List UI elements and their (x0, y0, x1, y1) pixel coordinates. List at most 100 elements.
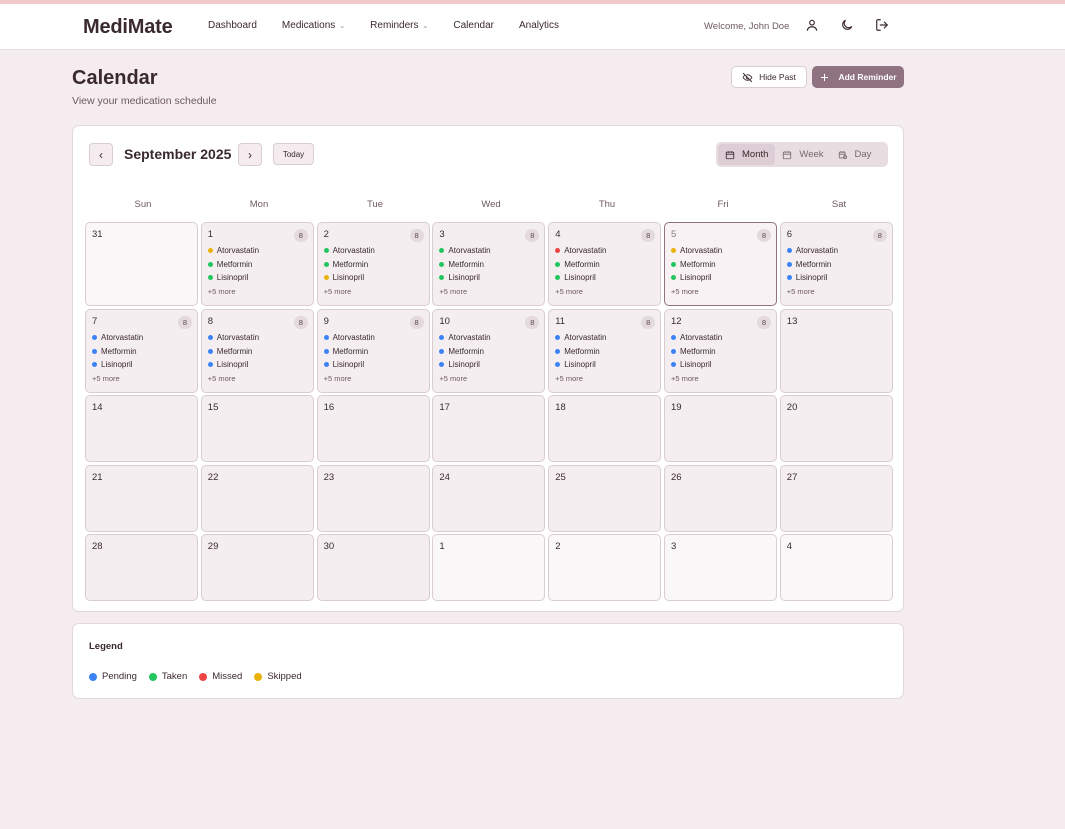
more-link[interactable]: +5 more (671, 287, 770, 296)
calendar-day[interactable]: 4 8 Atorvastatin Metformin Lisinopril +5 more (548, 222, 662, 306)
logout-icon[interactable] (875, 18, 889, 32)
medication-entry[interactable]: Metformin (323, 345, 423, 359)
medication-entry[interactable]: Lisinopril (323, 358, 423, 372)
medication-entry[interactable]: Metformin (439, 258, 538, 272)
calendar-day[interactable]: 2 (548, 534, 662, 601)
calendar-day-today[interactable]: 5 8 Atorvastatin Metformin Lisinopril +5 more (664, 222, 777, 306)
prev-month-button[interactable]: ‹ (89, 143, 113, 166)
medication-entry[interactable]: Lisinopril (555, 271, 654, 285)
medication-entry[interactable]: Lisinopril (671, 271, 770, 285)
more-link[interactable]: +5 more (208, 374, 307, 383)
medication-entry[interactable]: Metformin (92, 345, 191, 359)
calendar-day[interactable]: 15 (200, 395, 314, 462)
medication-entry[interactable]: Metformin (671, 258, 770, 272)
medication-entry[interactable]: Atorvastatin (323, 244, 423, 258)
more-link[interactable]: +5 more (439, 287, 538, 296)
calendar-day[interactable]: 10 8 Atorvastatin Metformin Lisinopril +5 mor… (432, 309, 546, 393)
calendar-day[interactable]: 20 (779, 395, 893, 462)
calendar-day[interactable]: 4 (779, 534, 893, 601)
calendar-day[interactable]: 21 (85, 465, 198, 532)
app-logo[interactable]: MediMate (83, 16, 173, 39)
more-link[interactable]: +5 more (671, 374, 770, 383)
calendar-day[interactable]: 13 (779, 309, 893, 393)
medication-entry[interactable]: Lisinopril (207, 358, 307, 372)
calendar-day[interactable]: 3 8 Atorvastatin Metformin Lisinopril +5 more (432, 222, 546, 306)
medication-entry[interactable]: Lisinopril (207, 271, 307, 285)
nav-item-reminders[interactable]: Reminders ⌄ (370, 20, 428, 31)
medication-entry[interactable]: Metformin (671, 345, 770, 359)
calendar-day[interactable]: 25 (548, 465, 662, 532)
medication-entry[interactable]: Lisinopril (786, 271, 886, 285)
calendar-day[interactable]: 28 (85, 534, 198, 601)
calendar-day[interactable]: 11 8 Atorvastatin Metformin Lisinopril +5 mor… (548, 309, 662, 393)
calendar-day[interactable]: 6 8 Atorvastatin Metformin Lisinopril +5 more (779, 222, 893, 306)
calendar-day[interactable]: 3 (664, 534, 777, 601)
calendar-day[interactable]: 17 (432, 395, 546, 462)
calendar-day[interactable]: 1 8 Atorvastatin Metformin Lisinopril +5 more (200, 222, 314, 306)
more-link[interactable]: +5 more (787, 287, 886, 296)
today-button[interactable]: Today (273, 143, 314, 165)
medication-entry[interactable]: Lisinopril (555, 358, 654, 372)
calendar-day[interactable]: 16 (316, 395, 430, 462)
calendar-day[interactable]: 1 (432, 534, 546, 601)
next-month-button[interactable]: › (238, 143, 262, 166)
more-link[interactable]: +5 more (439, 374, 538, 383)
calendar-day[interactable]: 26 (664, 465, 777, 532)
medication-entry[interactable]: Lisinopril (671, 358, 770, 372)
calendar-day[interactable]: 8 8 Atorvastatin Metformin Lisinopril +5 more (200, 309, 314, 393)
more-link[interactable]: +5 more (208, 287, 307, 296)
medication-entry[interactable]: Lisinopril (439, 271, 538, 285)
medication-entry[interactable]: Atorvastatin (439, 331, 538, 345)
calendar-day[interactable]: 7 8 Atorvastatin Metformin Lisinopril +5 more (85, 309, 198, 393)
medication-entry[interactable]: Metformin (439, 345, 538, 359)
calendar-day[interactable]: 22 (200, 465, 314, 532)
medication-entry[interactable]: Atorvastatin (786, 244, 886, 258)
medication-entry[interactable]: Lisinopril (323, 271, 423, 285)
nav-item-analytics[interactable]: Analytics (519, 20, 559, 31)
medication-entry[interactable]: Atorvastatin (555, 244, 654, 258)
add-reminder-button[interactable]: Add Reminder (812, 66, 904, 88)
medication-entry[interactable]: Metformin (207, 345, 307, 359)
medication-entry[interactable]: Atorvastatin (439, 244, 538, 258)
medication-entry[interactable]: Lisinopril (439, 358, 538, 372)
calendar-day[interactable]: 2 8 Atorvastatin Metformin Lisinopril +5 more (316, 222, 430, 306)
view-week-button[interactable]: Week (775, 144, 830, 165)
more-link[interactable]: +5 more (324, 287, 423, 296)
calendar-day[interactable]: 24 (432, 465, 546, 532)
calendar-day[interactable]: 27 (779, 465, 893, 532)
more-link[interactable]: +5 more (324, 374, 423, 383)
view-month-button[interactable]: Month (718, 144, 776, 165)
calendar-day[interactable]: 23 (316, 465, 430, 532)
nav-item-medications[interactable]: Medications ⌄ (282, 20, 345, 31)
medication-entry[interactable]: Atorvastatin (671, 244, 770, 258)
calendar-day[interactable]: 18 (548, 395, 662, 462)
moon-icon[interactable] (840, 18, 854, 32)
hide-past-button[interactable]: Hide Past (731, 66, 807, 88)
medication-entry[interactable]: Atorvastatin (92, 331, 191, 345)
medication-entry[interactable]: Lisinopril (92, 358, 191, 372)
medication-entry[interactable]: Atorvastatin (671, 331, 770, 345)
medication-entry[interactable]: Metformin (323, 258, 423, 272)
more-link[interactable]: +5 more (92, 374, 191, 383)
user-icon[interactable] (805, 18, 819, 32)
medication-entry[interactable]: Metformin (207, 258, 307, 272)
calendar-day[interactable]: 19 (664, 395, 777, 462)
medication-entry[interactable]: Atorvastatin (207, 244, 307, 258)
calendar-day[interactable]: 14 (85, 395, 198, 462)
medication-entry[interactable]: Metformin (786, 258, 886, 272)
calendar-day[interactable]: 30 (316, 534, 430, 601)
nav-item-calendar[interactable]: Calendar (453, 20, 494, 31)
view-day-button[interactable]: Day (831, 144, 879, 165)
nav-item-dashboard[interactable]: Dashboard (208, 20, 257, 31)
calendar-day[interactable]: 9 8 Atorvastatin Metformin Lisinopril +5 more (316, 309, 430, 393)
calendar-day[interactable]: 29 (200, 534, 314, 601)
medication-entry[interactable]: Metformin (555, 345, 654, 359)
calendar-day[interactable]: 31 (85, 222, 198, 306)
medication-entry[interactable]: Atorvastatin (207, 331, 307, 345)
more-link[interactable]: +5 more (555, 287, 654, 296)
medication-entry[interactable]: Atorvastatin (323, 331, 423, 345)
medication-entry[interactable]: Metformin (555, 258, 654, 272)
calendar-day[interactable]: 12 8 Atorvastatin Metformin Lisinopril +5 mor… (664, 309, 777, 393)
medication-entry[interactable]: Atorvastatin (555, 331, 654, 345)
more-link[interactable]: +5 more (555, 374, 654, 383)
